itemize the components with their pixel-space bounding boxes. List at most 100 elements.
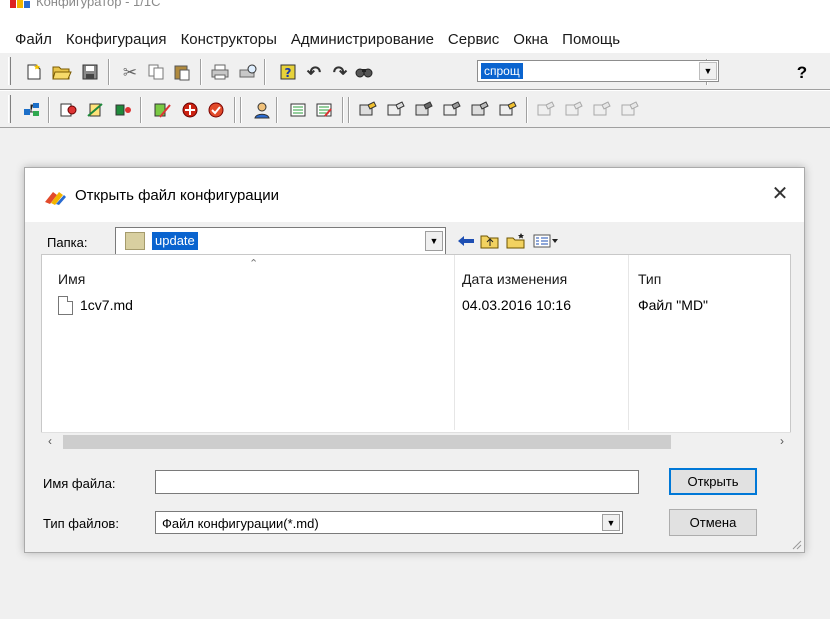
scrollbar-thumb[interactable] (63, 435, 671, 449)
folder-select[interactable]: update ▼ (115, 227, 446, 255)
close-icon[interactable]: ✕ (768, 182, 792, 206)
report-designer-icon[interactable] (84, 98, 108, 122)
column-header-date[interactable]: Дата изменения (462, 271, 567, 287)
folder-label: Папка: (47, 235, 88, 250)
search-combo[interactable]: спрощ ▼ (477, 60, 719, 82)
wizard-7-icon[interactable] (534, 98, 558, 122)
column-header-type[interactable]: Тип (638, 271, 661, 287)
copy-icon[interactable] (144, 60, 168, 84)
app-titlebar: Конфигуратор - 1/1С (0, 0, 830, 26)
filetype-label: Тип файлов: (43, 516, 119, 531)
sort-ascending-icon: ⌃ (249, 258, 259, 270)
journal-designer-icon[interactable] (112, 98, 136, 122)
up-folder-icon[interactable] (479, 230, 501, 252)
scroll-right-icon[interactable]: › (773, 433, 791, 450)
syntax-check-icon[interactable] (204, 98, 228, 122)
toolbar-separator (526, 97, 528, 123)
cancel-button[interactable]: Отмена (669, 509, 757, 536)
resize-grip-icon[interactable] (790, 538, 802, 550)
file-list[interactable]: ⌃ Имя Дата изменения Тип 1cv7.md 04.03.2… (41, 254, 791, 439)
folder-icon (125, 232, 145, 250)
dialog-titlebar[interactable]: Открыть файл конфигурации ✕ (25, 168, 804, 222)
dictionary-icon[interactable] (286, 98, 310, 122)
new-file-icon[interactable] (22, 60, 46, 84)
file-row[interactable]: 1cv7.md 04.03.2016 10:16 Файл "MD" (42, 295, 790, 317)
open-config-dialog: Открыть файл конфигурации ✕ Папка: updat… (24, 167, 805, 553)
new-folder-icon[interactable] (505, 230, 527, 252)
filetype-select[interactable]: Файл конфигурации(*.md) ▼ (155, 511, 623, 534)
wizard-8-icon[interactable] (562, 98, 586, 122)
filetype-value: Файл конфигурации(*.md) (162, 516, 319, 531)
menu-windows[interactable]: Окна (506, 31, 555, 48)
chevron-down-icon[interactable]: ▼ (699, 62, 717, 80)
app-logo-icon (10, 0, 30, 8)
svg-text:?: ? (285, 66, 292, 80)
chevron-down-icon[interactable]: ▼ (602, 514, 620, 531)
wizard-2-icon[interactable] (384, 98, 408, 122)
filename-label: Имя файла: (43, 476, 116, 491)
wizard-9-icon[interactable] (590, 98, 614, 122)
edit-module-icon[interactable] (150, 98, 174, 122)
debugger-icon[interactable] (178, 98, 202, 122)
wizard-5-icon[interactable] (468, 98, 492, 122)
file-date: 04.03.2016 10:16 (462, 297, 571, 313)
horizontal-scrollbar[interactable]: ‹ › (41, 432, 791, 450)
open-button[interactable]: Открыть (669, 468, 757, 495)
dialog-title: Открыть файл конфигурации (75, 187, 279, 204)
column-divider[interactable] (628, 255, 629, 430)
document-designer-icon[interactable] (56, 98, 80, 122)
toolbar-separator (264, 59, 266, 85)
app-title: Конфигуратор - 1/1С (36, 0, 161, 9)
toolbar-separator (108, 59, 110, 85)
toolbar-separator (240, 97, 242, 123)
column-divider[interactable] (454, 255, 455, 430)
menu-help[interactable]: Помощь (555, 31, 627, 48)
wizard-1-icon[interactable] (356, 98, 380, 122)
column-header-name[interactable]: Имя (58, 271, 85, 287)
config-icon (45, 192, 66, 205)
wizard-3-icon[interactable] (412, 98, 436, 122)
toolbar-grip[interactable] (8, 57, 11, 85)
file-type: Файл "MD" (638, 297, 709, 313)
toolbar-separator (276, 97, 278, 123)
wizard-4-icon[interactable] (440, 98, 464, 122)
toolbar-separator (234, 97, 236, 123)
wizard-10-icon[interactable] (618, 98, 642, 122)
print-preview-icon[interactable] (236, 60, 260, 84)
wizard-6-icon[interactable] (496, 98, 520, 122)
toolbar-separator (342, 97, 344, 123)
cut-icon[interactable]: ✂ (118, 60, 142, 84)
scroll-left-icon[interactable]: ‹ (41, 433, 59, 450)
menubar: Файл Конфигурация Конструкторы Администр… (0, 26, 830, 52)
file-icon (58, 296, 73, 315)
find-icon[interactable] (352, 60, 376, 84)
filename-input[interactable] (155, 470, 639, 494)
undo-icon[interactable]: ↶ (302, 60, 326, 84)
menu-administration[interactable]: Администрирование (284, 31, 441, 48)
toolbar-separator (348, 97, 350, 123)
chevron-down-icon[interactable]: ▼ (425, 231, 443, 251)
save-icon[interactable] (78, 60, 102, 84)
help-icon[interactable]: ? (790, 60, 814, 84)
back-arrow-icon[interactable] (455, 230, 477, 252)
dictionary-edit-icon[interactable] (312, 98, 336, 122)
toolbar-separator (48, 97, 50, 123)
menu-file[interactable]: Файл (8, 31, 59, 48)
paste-icon[interactable] (170, 60, 194, 84)
toolbar-separator (200, 59, 202, 85)
menu-service[interactable]: Сервис (441, 31, 506, 48)
print-icon[interactable] (208, 60, 232, 84)
file-name: 1cv7.md (80, 297, 133, 313)
user-icon[interactable] (250, 98, 274, 122)
folder-value: update (152, 232, 198, 250)
menu-designers[interactable]: Конструкторы (174, 31, 284, 48)
designer-toolbar (0, 90, 830, 128)
menu-configuration[interactable]: Конфигурация (59, 31, 174, 48)
open-folder-icon[interactable] (50, 60, 74, 84)
toolbar-grip[interactable] (8, 95, 11, 123)
redo-icon[interactable]: ↷ (328, 60, 352, 84)
syntax-helper-icon[interactable]: ? (276, 60, 300, 84)
module-tree-icon[interactable] (20, 98, 44, 122)
view-menu-icon[interactable] (531, 230, 561, 252)
search-combo-value: спрощ (481, 63, 523, 79)
